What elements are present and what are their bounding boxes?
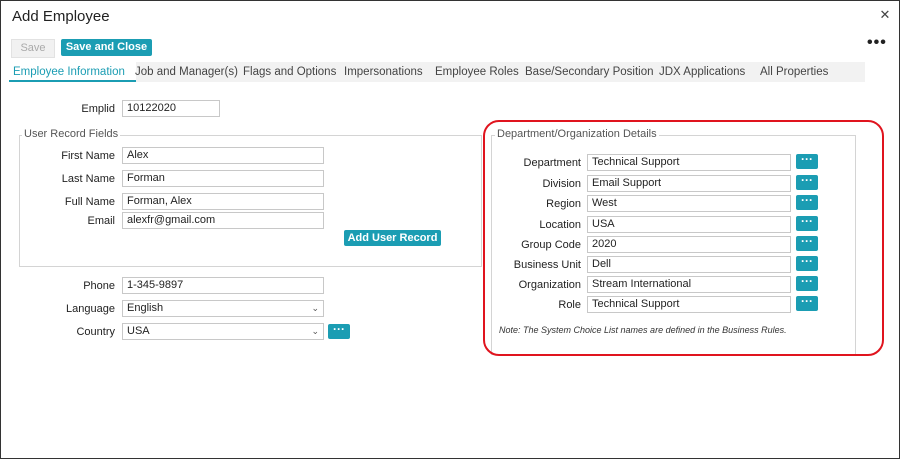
business-unit-label: Business Unit	[513, 259, 581, 271]
close-icon[interactable]: ✕	[878, 7, 892, 23]
chevron-down-icon: ⌄	[311, 326, 319, 336]
tab-impersonations[interactable]: Impersonations	[344, 62, 423, 82]
last-name-label: Last Name	[61, 173, 115, 185]
add-user-record-button[interactable]: Add User Record	[344, 230, 441, 246]
department-field[interactable]: Technical Support	[587, 154, 791, 171]
department-lookup-button[interactable]: ···	[796, 153, 818, 169]
phone-field[interactable]: 1-345-9897	[122, 277, 324, 294]
group-code-field[interactable]: 2020	[587, 236, 791, 253]
full-name-label: Full Name	[64, 196, 115, 208]
organization-lookup-button[interactable]: ···	[796, 275, 818, 291]
division-lookup-button[interactable]: ···	[796, 174, 818, 190]
dialog-title: Add Employee	[12, 8, 110, 25]
organization-label: Organization	[518, 279, 581, 291]
country-select[interactable]: USA ⌄	[122, 323, 324, 340]
user-record-legend: User Record Fields	[22, 128, 121, 140]
save-button[interactable]: Save	[11, 39, 55, 58]
email-label: Email	[87, 215, 115, 227]
last-name-field[interactable]: Forman	[122, 170, 324, 187]
email-field[interactable]: alexfr@gmail.com	[122, 212, 324, 229]
country-lookup-button[interactable]: ···	[328, 323, 350, 339]
group-code-lookup-button[interactable]: ···	[796, 235, 818, 251]
tab-bar: Employee Information Job and Manager(s) …	[9, 62, 865, 82]
first-name-field[interactable]: Alex	[122, 147, 324, 164]
chevron-down-icon: ⌄	[311, 303, 319, 313]
location-lookup-button[interactable]: ···	[796, 215, 818, 231]
country-label: Country	[76, 326, 115, 338]
region-label: Region	[546, 198, 581, 210]
business-unit-field[interactable]: Dell	[587, 256, 791, 273]
department-details-legend: Department/Organization Details	[495, 128, 659, 140]
region-field[interactable]: West	[587, 195, 791, 212]
organization-field[interactable]: Stream International	[587, 276, 791, 293]
save-and-close-button[interactable]: Save and Close	[61, 39, 152, 56]
tab-all-properties[interactable]: All Properties	[760, 62, 828, 82]
division-field[interactable]: Email Support	[587, 175, 791, 192]
tab-employee-roles[interactable]: Employee Roles	[435, 62, 519, 82]
language-value: English	[127, 302, 164, 314]
department-label: Department	[523, 157, 581, 169]
role-label: Role	[558, 299, 581, 311]
location-field[interactable]: USA	[587, 216, 791, 233]
tab-flags-and-options[interactable]: Flags and Options	[243, 62, 336, 82]
full-name-field[interactable]: Forman, Alex	[122, 193, 324, 210]
tab-employee-information[interactable]: Employee Information	[9, 62, 136, 82]
country-value: USA	[127, 325, 150, 337]
region-lookup-button[interactable]: ···	[796, 194, 818, 210]
more-options-icon[interactable]: •••	[867, 35, 887, 51]
business-unit-lookup-button[interactable]: ···	[796, 255, 818, 271]
role-field[interactable]: Technical Support	[587, 296, 791, 313]
tab-jdx-applications[interactable]: JDX Applications	[659, 62, 745, 82]
emplid-label: Emplid	[81, 103, 115, 115]
first-name-label: First Name	[61, 150, 115, 162]
tab-base-secondary-position[interactable]: Base/Secondary Position	[525, 62, 654, 82]
location-label: Location	[539, 219, 581, 231]
business-rules-note: Note: The System Choice List names are d…	[499, 325, 787, 335]
language-label: Language	[66, 303, 115, 315]
tab-job-and-managers[interactable]: Job and Manager(s)	[135, 62, 238, 82]
emplid-field[interactable]: 10122020	[122, 100, 220, 117]
group-code-label: Group Code	[521, 239, 581, 251]
add-employee-dialog: Add Employee ✕ Save Save and Close ••• E…	[0, 0, 900, 459]
role-lookup-button[interactable]: ···	[796, 295, 818, 311]
division-label: Division	[542, 178, 581, 190]
language-select[interactable]: English ⌄	[122, 300, 324, 317]
phone-label: Phone	[83, 280, 115, 292]
